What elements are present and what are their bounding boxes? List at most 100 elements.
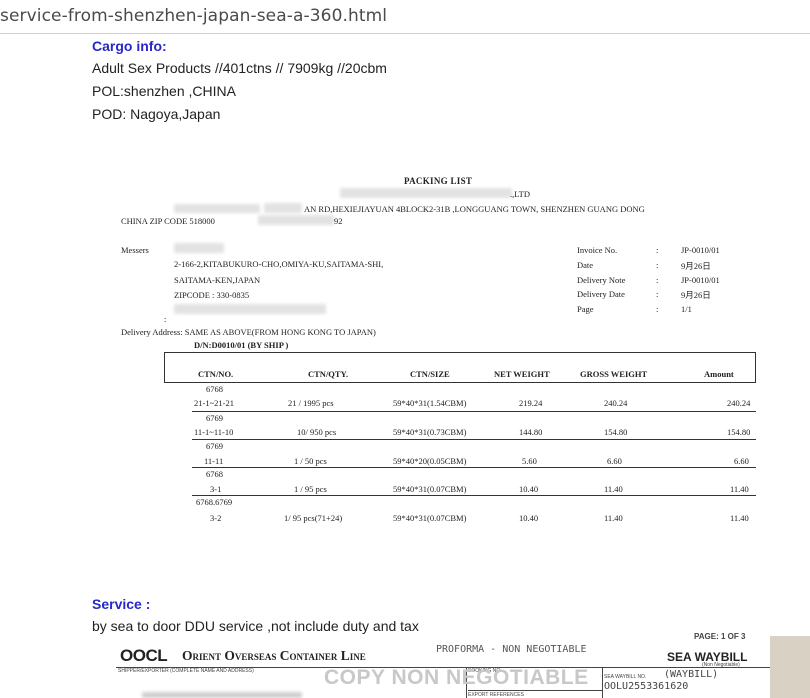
table-row-3-mark: 6769 — [206, 441, 223, 451]
waybill-divider-2 — [602, 667, 603, 698]
consignee-zip: ZIPCODE : 330-0835 — [174, 290, 250, 300]
table-header-frame — [164, 352, 756, 382]
redacted-address-street — [264, 203, 302, 213]
table-row-1-size: 59*40*31(1.54CBM) — [393, 398, 467, 408]
company-suffix: .,LTD — [510, 189, 530, 199]
col-net-weight: NET WEIGHT — [494, 369, 550, 379]
row-divider-1 — [192, 411, 756, 412]
col-ctn-no: CTN/NO. — [198, 369, 234, 379]
col-ctn-size: CTN/SIZE — [410, 369, 450, 379]
date-value: 9月26日 — [681, 261, 711, 271]
service-description: by sea to door DDU service ,not include … — [92, 618, 419, 634]
table-row-1-net: 219.24 — [519, 398, 543, 408]
table-row-3-amount: 6.60 — [734, 456, 749, 466]
table-row-2-qty: 10/ 950 pcs — [297, 427, 337, 437]
redacted-consignee-name — [174, 243, 224, 253]
table-row-4-mark: 6768 — [206, 469, 223, 479]
service-heading: Service : — [92, 596, 151, 612]
invoice-no-colon: : — [656, 245, 659, 255]
copy-non-negotiable-stamp: COPY NON NEGOTIABLE — [324, 666, 589, 689]
table-row-2-gross: 154.80 — [604, 427, 628, 437]
table-row-2-size: 59*40*31(0.73CBM) — [393, 427, 467, 437]
table-row-5-ctn-no: 3-2 — [210, 513, 222, 523]
delivery-note-value: JP-0010/01 — [681, 275, 720, 285]
invoice-no-label: Invoice No. — [577, 245, 618, 255]
table-row-5-mark: 6768.6769 — [196, 497, 233, 507]
delivery-address: Delivery Address: SAME AS ABOVE(FROM HON… — [121, 327, 376, 337]
table-row-4-amount: 11.40 — [730, 484, 749, 494]
proforma-label: PROFORMA - NON NEGOTIABLE — [436, 644, 587, 655]
waybill-type: (WAYBILL) — [664, 669, 719, 680]
table-row-2-mark: 6769 — [206, 413, 223, 423]
page-label: Page — [577, 304, 594, 314]
table-row-2-net: 144.80 — [519, 427, 543, 437]
phone-suffix: 92 — [334, 216, 343, 226]
cargo-info-heading: Cargo info: — [92, 38, 167, 54]
company-address: AN RD,HEXIEJIAYUAN 4BLOCK2-31B ,LONGGUAN… — [304, 204, 645, 214]
table-row-1-amount: 240.24 — [727, 398, 751, 408]
shipper-label: SHIPPER/EXPORTER (COMPLETE NAME AND ADDR… — [118, 668, 254, 674]
waybill-no-label: SEA WAYBILL NO. — [604, 674, 647, 680]
table-row-3-net: 5.60 — [522, 456, 537, 466]
url-text[interactable]: service-from-shenzhen-japan-sea-a-360.ht… — [0, 6, 387, 26]
delivery-note-colon: : — [656, 275, 659, 285]
packing-list-title: PACKING LIST — [404, 176, 473, 186]
colon-mark: : — [164, 314, 167, 324]
redacted-address-start — [174, 204, 260, 213]
table-row-5-qty: 1/ 95 pcs(71+24) — [284, 513, 343, 523]
side-thumbnail — [770, 636, 810, 698]
table-row-5-size: 59*40*31(0.07CBM) — [393, 513, 467, 523]
table-row-4-gross: 11.40 — [604, 484, 623, 494]
table-row-1-qty: 21 / 1995 pcs — [288, 398, 334, 408]
table-row-2-amount: 154.80 — [727, 427, 751, 437]
redacted-phone — [258, 215, 334, 225]
table-row-3-gross: 6.60 — [607, 456, 622, 466]
col-gross-weight: GROSS WEIGHT — [580, 369, 648, 379]
waybill-rule-mid — [468, 690, 602, 691]
invoice-no-value: JP-0010/01 — [681, 245, 720, 255]
redacted-shipper — [142, 692, 302, 698]
col-amount: Amount — [704, 369, 734, 379]
table-row-4-size: 59*40*31(0.07CBM) — [393, 484, 467, 494]
waybill-number: OOLU2553361620 — [604, 681, 689, 692]
carrier-name: Orient Overseas Container Line — [182, 648, 366, 663]
export-references-label: EXPORT REFERENCES — [468, 692, 524, 698]
redacted-company-name — [340, 188, 512, 198]
redacted-consignee-phone — [174, 304, 326, 314]
row-divider-3 — [192, 467, 756, 468]
table-row-5-net: 10.40 — [519, 513, 539, 523]
delivery-date-value: 9月26日 — [681, 290, 711, 300]
row-divider-2 — [192, 439, 756, 440]
table-row-4-ctn-no: 3-1 — [210, 484, 222, 494]
table-row-5-gross: 11.40 — [604, 513, 623, 523]
packing-list-document: PACKING LIST .,LTD AN RD,HEXIEJIAYUAN 4B… — [118, 170, 768, 540]
date-colon: : — [656, 260, 659, 270]
row-divider-4 — [192, 495, 756, 496]
col-ctn-qty: CTN/QTY. — [308, 369, 349, 379]
oocl-logo: OOCL — [120, 646, 168, 665]
page-value: 1/1 — [681, 304, 692, 314]
delivery-note-label: Delivery Note — [577, 275, 626, 285]
date-label: Date — [577, 260, 594, 270]
table-row-1-mark: 6768 — [206, 384, 223, 394]
dn-line: D/N:D0010/01 (BY SHIP ) — [194, 340, 289, 350]
delivery-date-label: Delivery Date — [577, 289, 625, 299]
waybill-page-mark: PAGE: 1 OF 3 — [694, 632, 746, 641]
messers-label: Messers — [121, 245, 149, 255]
table-row-1-ctn-no: 21-1~21-21 — [194, 398, 235, 408]
cargo-description: Adult Sex Products //401ctns // 7909kg /… — [92, 60, 387, 76]
table-row-1-gross: 240.24 — [604, 398, 628, 408]
table-row-4-net: 10.40 — [519, 484, 539, 494]
table-row-5-amount: 11.40 — [730, 513, 749, 523]
address-bar[interactable]: service-from-shenzhen-japan-sea-a-360.ht… — [0, 0, 810, 34]
company-zip: CHINA ZIP CODE 518000 — [121, 216, 215, 226]
sea-waybill-document: PAGE: 1 OF 3 OOCL Orient Overseas Contai… — [112, 632, 780, 698]
port-of-loading: POL:shenzhen ,CHINA — [92, 83, 236, 99]
table-row-2-ctn-no: 11-1~11-10 — [194, 427, 234, 437]
consignee-address-1: 2-166-2,KITABUKURO-CHO,OMIYA-KU,SAITAMA-… — [174, 259, 384, 269]
port-of-discharge: POD: Nagoya,Japan — [92, 106, 221, 122]
header-divider — [164, 382, 756, 383]
table-row-3-size: 59*40*20(0.05CBM) — [393, 456, 467, 466]
table-row-4-qty: 1 / 95 pcs — [294, 484, 327, 494]
delivery-date-colon: : — [656, 289, 659, 299]
